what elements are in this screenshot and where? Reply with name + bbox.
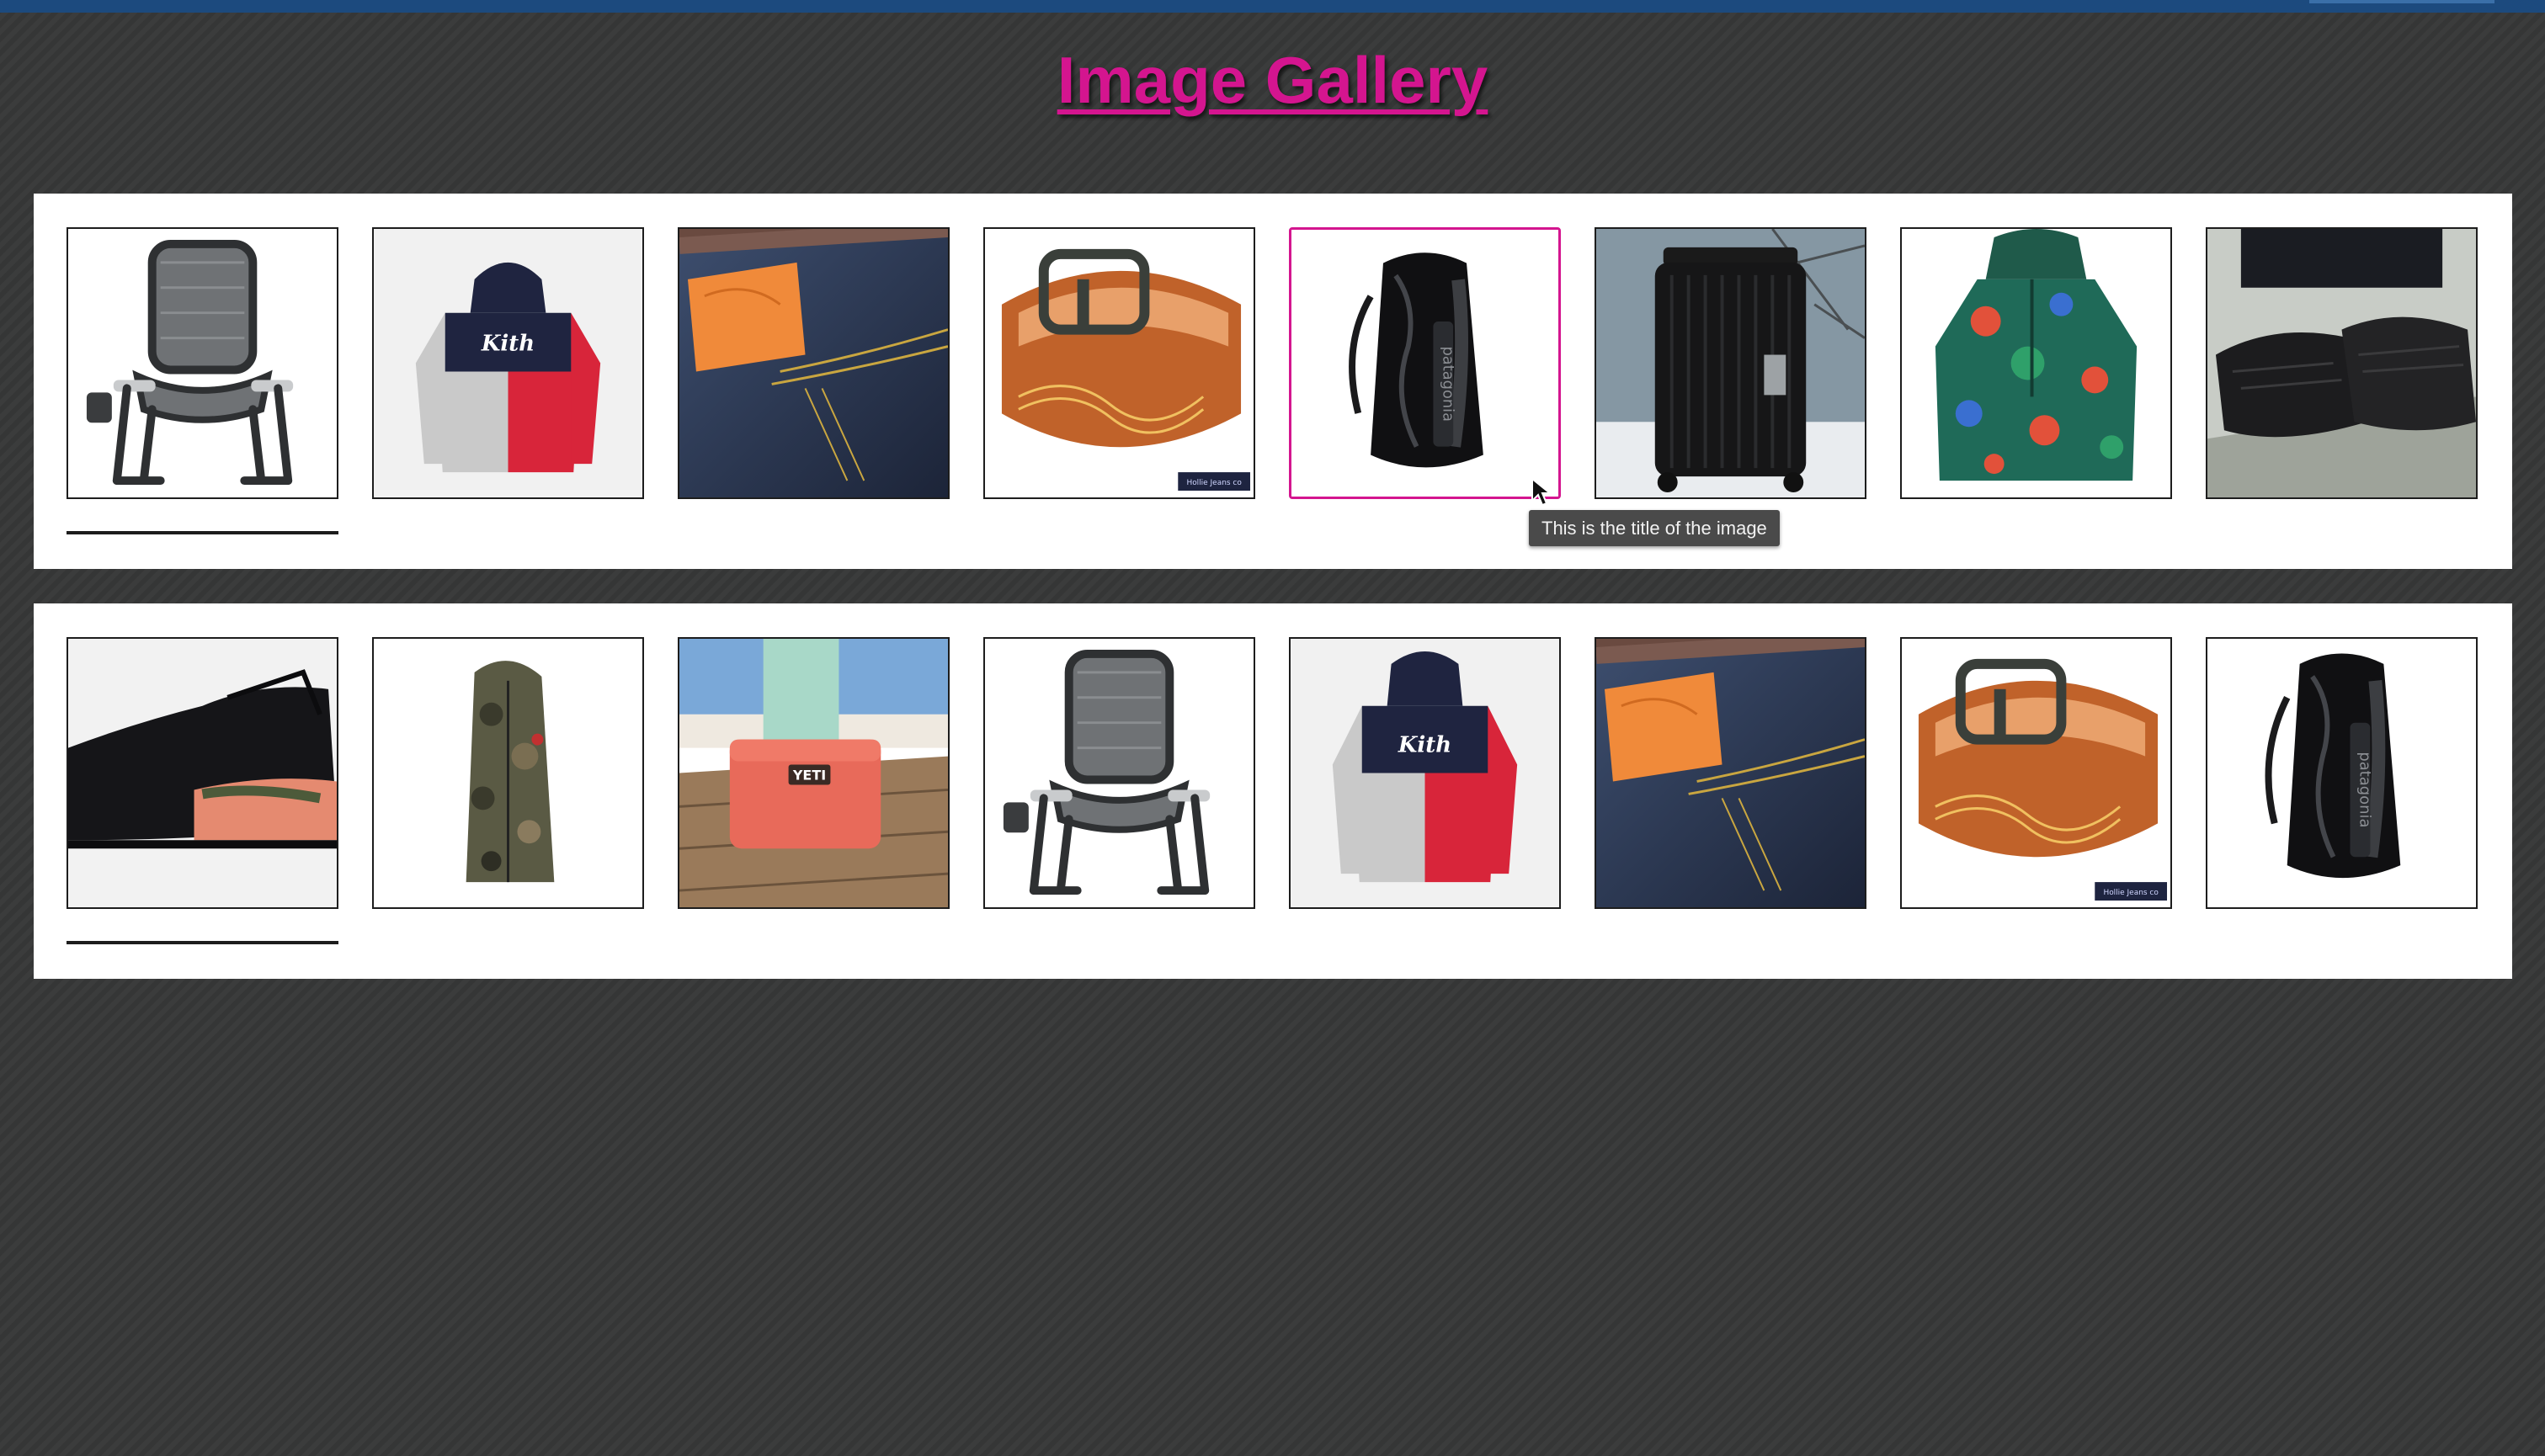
gallery-thumb-nike-sneaker[interactable]: [67, 637, 338, 909]
gallery-scroll-indicator: [67, 531, 338, 534]
gallery-panel-2: YETI Kith Hollie Jeans co patagonia: [34, 603, 2512, 979]
gallery-thumb-backpack-2[interactable]: patagonia: [2206, 637, 2478, 909]
patagonia-backpack-image: patagonia: [1291, 230, 1558, 497]
belt-stamp: Hollie Jeans co: [2103, 889, 2158, 897]
denim-jeans-image: [679, 229, 948, 497]
top-bar-accent: [2309, 0, 2494, 3]
hoodie-logo: Kith: [1398, 733, 1451, 758]
image-title-tooltip: This is the title of the image: [1529, 510, 1780, 546]
gallery-panel-1: Kith Hollie Jeans co patagonia: [34, 194, 2512, 569]
gallery-thumb-chair[interactable]: [67, 227, 338, 499]
camo-parka-image: [374, 639, 642, 907]
folding-chair-image: [985, 639, 1254, 907]
gallery-thumb-belt-2[interactable]: Hollie Jeans co: [1900, 637, 2172, 909]
page-title[interactable]: Image Gallery: [0, 42, 2545, 119]
gallery-row-1: Kith Hollie Jeans co patagonia: [67, 227, 2478, 499]
leather-belt-image: Hollie Jeans co: [985, 229, 1254, 497]
window-top-bar: [0, 0, 2545, 13]
gallery-row-2: YETI Kith Hollie Jeans co patagonia: [67, 637, 2478, 909]
backpack-brand: patagonia: [1439, 346, 1456, 422]
gallery-thumb-backpack[interactable]: patagonia: [1289, 227, 1561, 499]
black-sneakers-image: [2207, 229, 2476, 497]
gallery-thumb-denim-2[interactable]: [1595, 637, 1866, 909]
gallery-scroll-indicator: [67, 941, 338, 944]
folding-chair-image: [68, 229, 337, 497]
gallery-thumb-floral-jacket[interactable]: [1900, 227, 2172, 499]
patagonia-backpack-image: patagonia: [2207, 639, 2476, 907]
gallery-thumb-yeti-cooler[interactable]: YETI: [678, 637, 950, 909]
leather-belt-image: Hollie Jeans co: [1902, 639, 2170, 907]
gallery-thumb-suitcase[interactable]: [1595, 227, 1866, 499]
denim-jeans-image: [1596, 639, 1865, 907]
gallery-thumb-chair-2[interactable]: [983, 637, 1255, 909]
yeti-cooler-image: YETI: [679, 639, 948, 907]
belt-stamp: Hollie Jeans co: [1186, 479, 1241, 487]
backpack-brand: patagonia: [2356, 752, 2373, 827]
gallery-thumb-hoodie[interactable]: Kith: [372, 227, 644, 499]
gallery-thumb-belt[interactable]: Hollie Jeans co: [983, 227, 1255, 499]
rimowa-suitcase-image: [1596, 229, 1865, 497]
gallery-thumb-camo-parka[interactable]: [372, 637, 644, 909]
gallery-thumb-black-sneakers[interactable]: [2206, 227, 2478, 499]
nike-sneaker-image: [68, 639, 337, 907]
mouse-cursor-icon: [1531, 477, 1551, 507]
cooler-logo: YETI: [792, 767, 826, 783]
gallery-thumb-hoodie-2[interactable]: Kith: [1289, 637, 1561, 909]
hoodie-logo: Kith: [481, 332, 535, 357]
kith-hoodie-image: Kith: [1291, 639, 1559, 907]
gallery-thumb-denim[interactable]: [678, 227, 950, 499]
floral-jacket-image: [1902, 229, 2170, 497]
kith-hoodie-image: Kith: [374, 229, 642, 497]
